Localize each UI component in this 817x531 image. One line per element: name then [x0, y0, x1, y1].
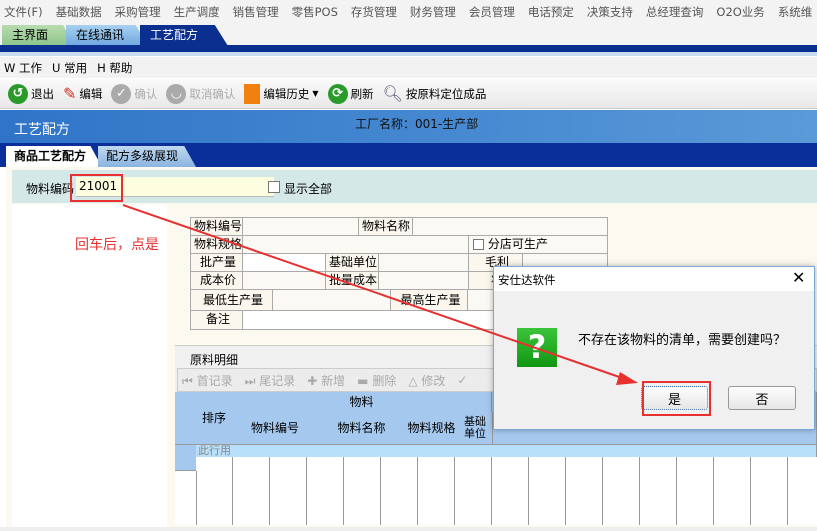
arrow-head-icon [616, 372, 638, 385]
arrow-line [122, 204, 629, 381]
annotation-arrow [122, 204, 638, 385]
status-bar [0, 527, 817, 531]
